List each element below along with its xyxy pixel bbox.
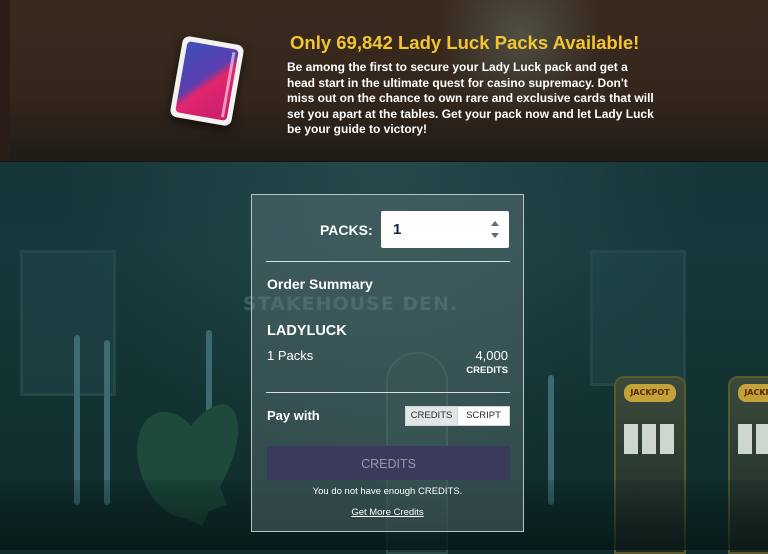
slot-jackpot-label: JACKPOT — [738, 384, 768, 402]
slot-reel — [756, 424, 768, 454]
slot-jackpot-label: JACKPOT — [624, 384, 676, 402]
packs-quantity-input[interactable] — [391, 211, 485, 248]
pay-script-option[interactable]: SCRIPT — [458, 407, 509, 425]
promo-banner: Only 69,842 Lady Luck Packs Available! B… — [0, 0, 768, 162]
divider — [266, 261, 510, 262]
insufficient-credits-warning: You do not have enough CREDITS. — [312, 486, 463, 497]
pay-credits-option[interactable]: CREDITS — [406, 407, 458, 425]
slot-reel — [624, 424, 638, 454]
packs-quantity-field[interactable] — [381, 211, 509, 248]
get-more-credits-link[interactable]: Get More Credits — [252, 507, 523, 518]
product-name: LADYLUCK — [267, 323, 347, 339]
order-summary-heading: Order Summary — [267, 276, 373, 292]
card-pack-icon — [169, 35, 245, 127]
increment-arrow-icon[interactable] — [491, 221, 499, 226]
packs-label: PACKS: — [320, 222, 373, 238]
quantity-spinner[interactable] — [490, 221, 500, 238]
slot-reel — [642, 424, 656, 454]
banner-edge — [0, 0, 10, 161]
banner-title: Only 69,842 Lady Luck Packs Available! — [290, 32, 640, 53]
decrement-arrow-icon[interactable] — [491, 233, 499, 238]
pay-credits-button[interactable]: CREDITS — [267, 446, 510, 480]
pay-with-label: Pay with — [267, 408, 320, 423]
pack-count: 1 Packs — [267, 348, 314, 363]
background-window-left — [20, 250, 116, 396]
background-window-right — [590, 250, 686, 386]
slot-reel — [738, 424, 752, 454]
divider — [266, 392, 510, 393]
slot-reel — [660, 424, 674, 454]
price-value: 4,000 — [475, 348, 508, 363]
price-unit: CREDITS — [466, 365, 508, 376]
payment-method-toggle: CREDITS SCRIPT — [405, 406, 510, 426]
banner-description: Be among the first to secure your Lady L… — [287, 60, 654, 136]
order-panel: PACKS: Order Summary LADYLUCK 1 Packs 4,… — [251, 194, 524, 532]
